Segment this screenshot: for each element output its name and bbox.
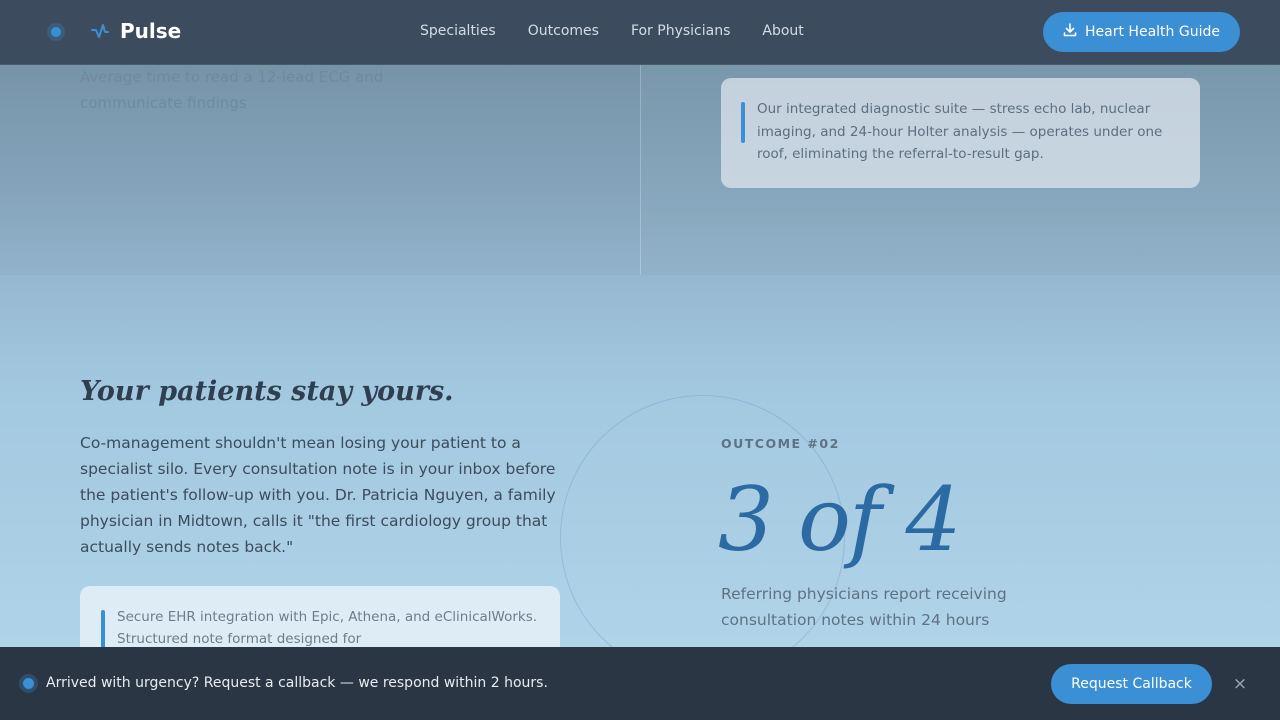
card-accent-bar: [741, 102, 745, 143]
close-icon[interactable]: ×: [1228, 672, 1252, 696]
callback-banner: Arrived with urgency? Request a callback…: [0, 647, 1280, 720]
faded-stat-description: Average time to read a 12-lead ECG and c…: [80, 68, 384, 112]
nav-for-physicians[interactable]: For Physicians: [631, 23, 730, 39]
status-dot: [23, 678, 34, 689]
nav-specialties[interactable]: Specialties: [420, 23, 496, 39]
nav-outcomes[interactable]: Outcomes: [528, 23, 599, 39]
diagnostic-suite-card: Our integrated diagnostic suite — stress…: [721, 78, 1200, 188]
nav-about[interactable]: About: [762, 23, 803, 39]
column-divider: [640, 65, 641, 275]
card-accent-bar: [101, 610, 105, 650]
section-body: Co-management shouldn't mean losing your…: [80, 434, 556, 556]
ehr-integration-text: Secure EHR integration with Epic, Athena…: [117, 609, 538, 647]
brand-name[interactable]: Pulse: [120, 19, 181, 43]
logo-dot: [51, 27, 61, 37]
callback-banner-text: Arrived with urgency? Request a callback…: [46, 675, 548, 691]
main-nav: Specialties Outcomes For Physicians Abou…: [420, 23, 836, 39]
heart-health-guide-button[interactable]: Heart Health Guide: [1043, 12, 1240, 52]
outcome-label: OUTCOME #02: [721, 436, 840, 451]
request-callback-button[interactable]: Request Callback: [1051, 664, 1212, 704]
diagnostic-suite-text: Our integrated diagnostic suite — stress…: [757, 101, 1163, 162]
outcome-description: Referring physicians report receiving co…: [721, 585, 1007, 629]
guide-button-label: Heart Health Guide: [1085, 24, 1220, 40]
download-icon: [1063, 23, 1077, 41]
site-header: Pulse Specialties Outcomes For Physician…: [0, 0, 1280, 65]
section-heading: Your patients stay yours.: [80, 376, 454, 407]
heartbeat-icon[interactable]: [90, 21, 110, 43]
outcome-value: 3 of 4: [718, 468, 961, 571]
